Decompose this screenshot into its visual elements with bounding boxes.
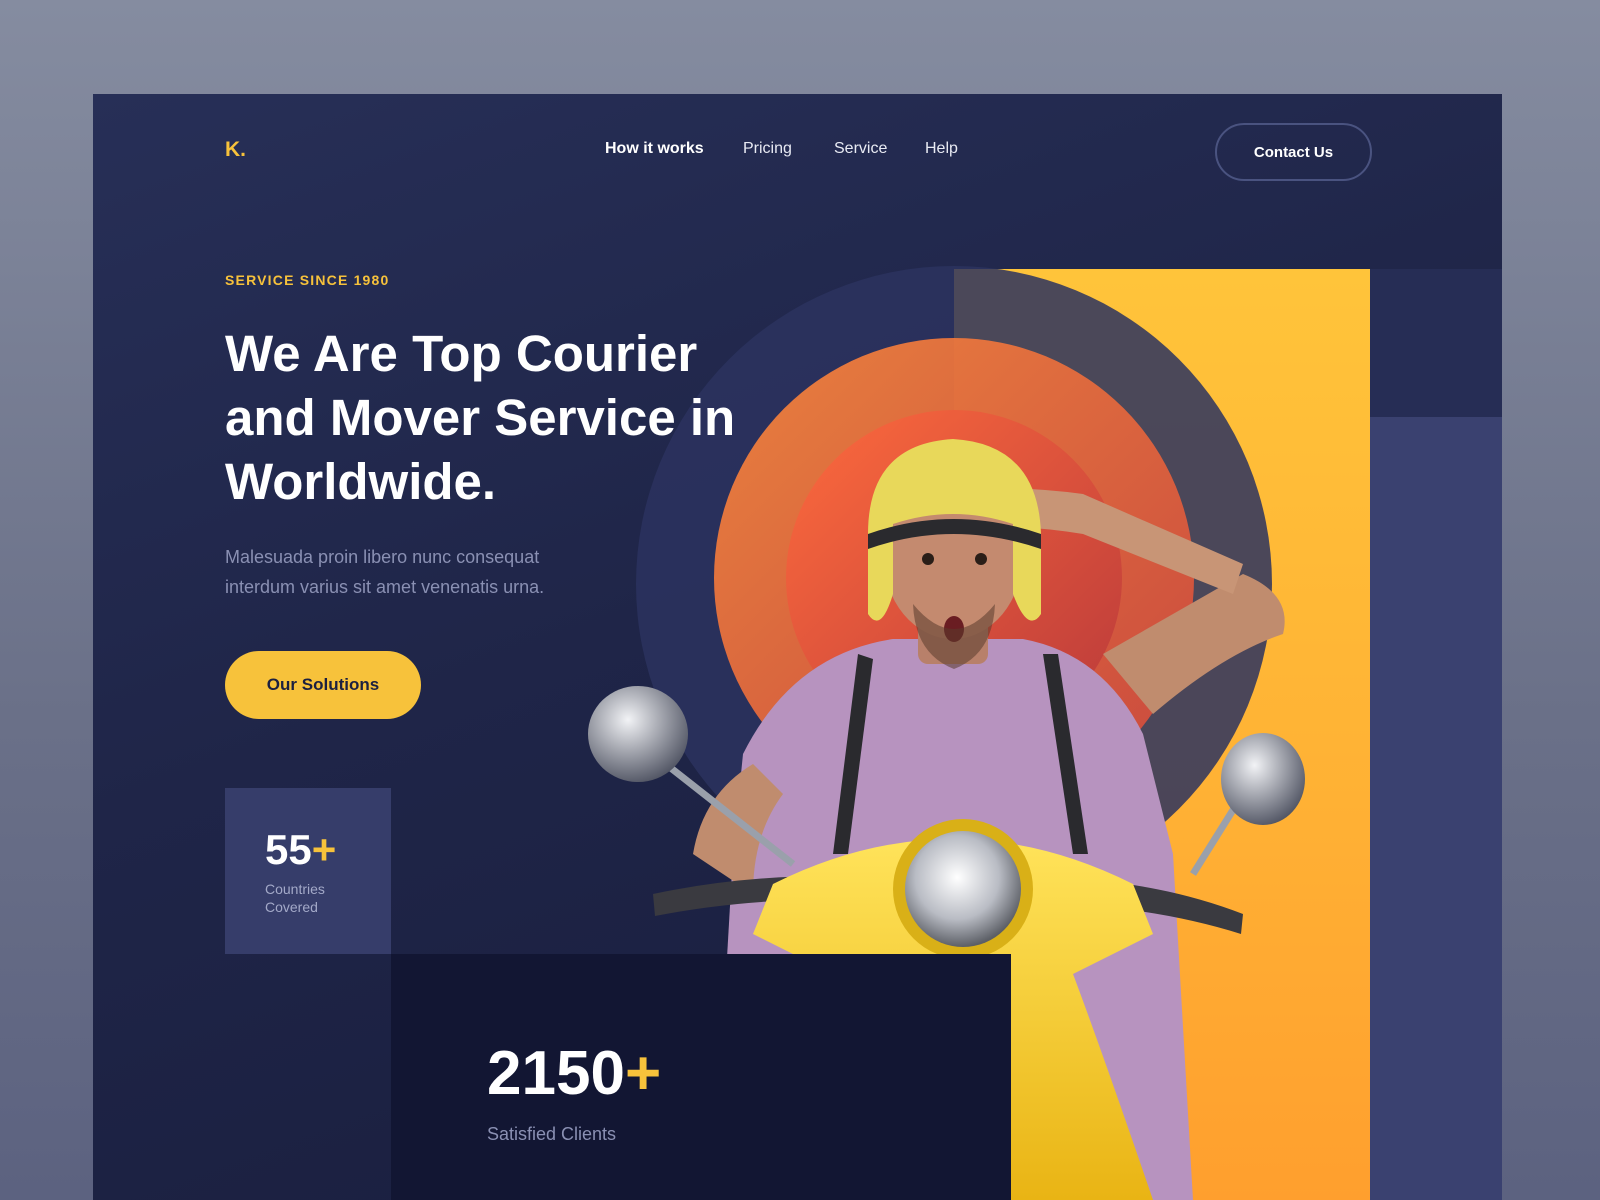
hero-subtext: Malesuada proin libero nunc consequat in…: [225, 547, 545, 597]
our-solutions-button[interactable]: Our Solutions: [225, 651, 421, 719]
stat-countries-label: Countries Covered: [265, 881, 325, 915]
contact-us-button[interactable]: Contact Us: [1215, 123, 1372, 181]
stat-clients-value: 2150+: [487, 1039, 662, 1108]
landing-page: K. How it works Pricing Service Help Con…: [93, 94, 1502, 1200]
stat-clients-label: Satisfied Clients: [487, 1124, 617, 1144]
hero-eyebrow: SERVICE SINCE 1980: [225, 272, 390, 288]
stat-clients: 2150+ Satisfied Clients: [391, 954, 1011, 1200]
brand-logo[interactable]: K.: [225, 138, 246, 162]
stat-countries: 55+ Countries Covered: [225, 788, 391, 954]
nav-help[interactable]: Help: [925, 140, 958, 158]
nav-how-it-works[interactable]: How it works: [605, 140, 704, 158]
hero-headline: We Are Top Courier and Mover Service in …: [225, 325, 736, 510]
nav-service[interactable]: Service: [834, 140, 887, 158]
stat-countries-value: 55+: [265, 826, 337, 873]
nav-pricing[interactable]: Pricing: [743, 140, 792, 158]
